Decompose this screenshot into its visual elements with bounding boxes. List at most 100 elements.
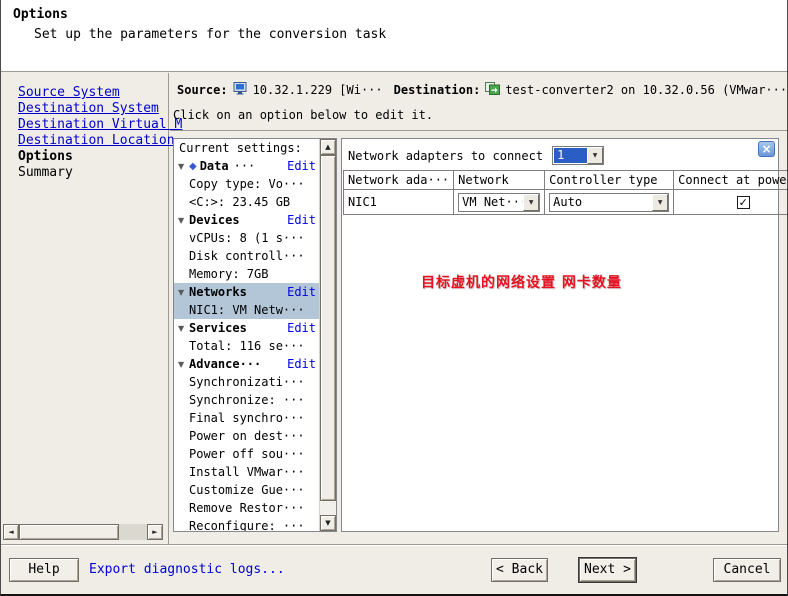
nic-name-cell: NIC1	[344, 190, 454, 215]
connect-at-power-on-checkbox[interactable]: ✓	[737, 196, 750, 209]
tree-label: Advance···	[189, 357, 261, 371]
chevron-down-icon[interactable]: ▼	[652, 194, 668, 211]
tree-label: Install VMwar···	[189, 465, 305, 479]
cancel-button[interactable]: Cancel	[713, 558, 781, 582]
collapse-arrow-icon[interactable]: ▼	[178, 288, 189, 297]
tree-label: Copy type: Vo···	[189, 177, 305, 191]
destination-value: test-converter2 on 10.32.0.56 (VMwar···	[505, 83, 785, 97]
sidebar-horizontal-scrollbar[interactable]: ◄ ►	[3, 524, 163, 540]
nic-table: Network ada···NetworkController typeConn…	[343, 170, 788, 215]
edit-link[interactable]: Edit	[287, 213, 316, 227]
collapse-arrow-icon[interactable]: ▼	[178, 324, 189, 333]
network-select-value: VM Net···	[459, 194, 523, 211]
wizard-header: Options Set up the parameters for the co…	[1, 0, 787, 72]
connect-at-power-on-cell: ✓	[674, 190, 788, 215]
tree-label: Reconfigure: ···	[189, 519, 305, 532]
tree-label: Remove Restor···	[189, 501, 305, 515]
tree-item-row[interactable]: Total: 116 se···	[174, 337, 319, 355]
info-bar: Source: 10.32.1.229 [Wi··· Destination: …	[177, 82, 785, 98]
tree-item-row[interactable]: vCPUs: 8 (1 s···	[174, 229, 319, 247]
scroll-up-icon[interactable]: ▲	[320, 139, 336, 155]
tree-label: Data	[200, 159, 229, 173]
wizard-step-source-system[interactable]: Source System	[18, 85, 182, 101]
chinese-annotation: 目标虚机的网络设置 网卡数量	[421, 272, 622, 292]
close-icon[interactable]: ×	[758, 141, 775, 157]
tree-label: Networks	[189, 285, 247, 299]
adapter-count-select[interactable]: 1 ▼	[552, 146, 604, 165]
next-button[interactable]: Next >	[579, 558, 636, 582]
collapse-arrow-icon[interactable]: ▼	[178, 360, 189, 369]
wizard-step-destination-location[interactable]: Destination Location	[18, 133, 182, 149]
tree-item-row[interactable]: Synchronizati···	[174, 373, 319, 391]
tree-label: NIC1: VM Netw···	[189, 303, 305, 317]
destination-label: Destination:	[394, 83, 481, 97]
tree-section-row[interactable]: ▼DevicesEdit	[174, 211, 319, 229]
tree-section-row[interactable]: ▼◆Data ··· Edit	[174, 157, 319, 175]
help-button[interactable]: Help	[9, 558, 79, 582]
scroll-down-icon[interactable]: ▼	[320, 515, 336, 531]
tree-label: Power off sou···	[189, 447, 305, 461]
wizard-content: Source: 10.32.1.229 [Wi··· Destination: …	[170, 73, 787, 545]
tree-item-row[interactable]: Install VMwar···	[174, 463, 319, 481]
back-button[interactable]: < Back	[491, 558, 548, 582]
tree-item-row[interactable]: Customize Gue···	[174, 481, 319, 499]
nic-row: NIC1VM Net···▼Auto▼✓	[344, 190, 788, 215]
tree-item-row[interactable]: Synchronize: ···	[174, 391, 319, 409]
chevron-down-icon[interactable]: ▼	[587, 147, 603, 164]
tree-item-row[interactable]: Reconfigure: ···	[174, 517, 319, 532]
scroll-left-icon[interactable]: ◄	[3, 524, 19, 540]
truncation-dots: ···	[234, 159, 256, 173]
tree-section-row[interactable]: ▼Advance··· Edit	[174, 355, 319, 373]
collapse-arrow-icon[interactable]: ▼	[178, 162, 189, 171]
column-header: Network	[454, 171, 545, 190]
collapse-arrow-icon[interactable]: ▼	[178, 216, 189, 225]
edit-link[interactable]: Edit	[287, 357, 316, 371]
controller-type-cell: Auto▼	[545, 190, 674, 215]
footer-bar: Help Export diagnostic logs... < Back Ne…	[1, 544, 787, 594]
chevron-down-icon[interactable]: ▼	[523, 194, 539, 211]
tree-item-row[interactable]: Final synchro···	[174, 409, 319, 427]
tree-label: Customize Gue···	[189, 483, 305, 497]
edit-link[interactable]: Edit	[287, 285, 316, 299]
scrollbar-thumb[interactable]	[320, 155, 336, 501]
converter-wizard-window: Options Set up the parameters for the co…	[0, 0, 788, 596]
scrollbar-thumb[interactable]	[19, 524, 119, 540]
tree-item-row[interactable]: NIC1: VM Netw···	[174, 301, 319, 319]
destination-vm-icon	[485, 82, 500, 98]
page-subtitle: Set up the parameters for the conversion…	[34, 27, 386, 42]
tree-item-row[interactable]: Memory: 7GB	[174, 265, 319, 283]
export-diagnostic-logs-link[interactable]: Export diagnostic logs...	[89, 562, 285, 577]
column-header: Connect at powe···	[674, 171, 788, 190]
edit-link[interactable]: Edit	[287, 159, 316, 173]
wizard-step-summary: Summary	[18, 165, 182, 181]
adapter-count-value: 1	[554, 148, 587, 163]
wizard-steps-sidebar: Source SystemDestination SystemDestinati…	[1, 73, 169, 545]
tree-item-row[interactable]: Power on dest···	[174, 427, 319, 445]
diamond-icon: ◆	[189, 161, 197, 172]
wizard-step-options: Options	[18, 149, 182, 165]
edit-hint-text: Click on an option below to edit it.	[173, 108, 433, 122]
tree-item-row[interactable]: <C:>: 23.45 GB	[174, 193, 319, 211]
source-computer-icon	[233, 82, 248, 98]
edit-link[interactable]: Edit	[287, 321, 316, 335]
network-cell: VM Net···▼	[454, 190, 545, 215]
wizard-step-destination-system[interactable]: Destination System	[18, 101, 182, 117]
settings-tree: ▼◆Data···EditCopy type: Vo···<C:>: 23.45…	[174, 157, 336, 532]
tree-vertical-scrollbar[interactable]: ▲ ▼	[319, 139, 336, 531]
tree-item-row[interactable]: Power off sou···	[174, 445, 319, 463]
tree-section-row[interactable]: ▼Services Edit	[174, 319, 319, 337]
tree-item-row[interactable]: Remove Restor···	[174, 499, 319, 517]
wizard-step-destination-virtual-m[interactable]: Destination Virtual M	[18, 117, 182, 133]
source-value: 10.32.1.229 [Wi···	[253, 83, 383, 97]
tree-label: Services	[189, 321, 247, 335]
network-select[interactable]: VM Net···▼	[458, 193, 540, 212]
scrollbar-track[interactable]	[19, 524, 147, 540]
tree-item-row[interactable]: Disk controll···	[174, 247, 319, 265]
tree-section-row[interactable]: ▼Networks Edit	[174, 283, 319, 301]
nic-table-header-row: Network ada···NetworkController typeConn…	[344, 171, 788, 190]
controller-type-select[interactable]: Auto▼	[549, 193, 669, 212]
tree-label: Total: 116 se···	[189, 339, 305, 353]
scroll-right-icon[interactable]: ►	[147, 524, 163, 540]
column-header: Controller type	[545, 171, 674, 190]
tree-item-row[interactable]: Copy type: Vo···	[174, 175, 319, 193]
